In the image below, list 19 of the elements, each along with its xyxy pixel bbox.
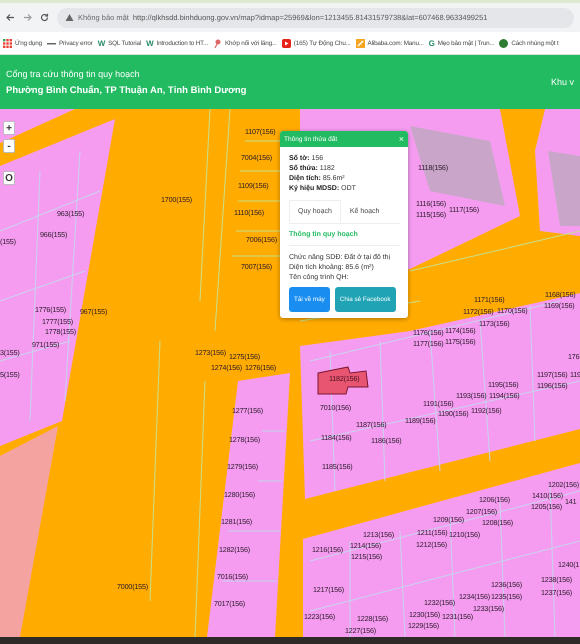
zoom-in-button[interactable]: + <box>3 121 15 135</box>
zoning-map[interactable] <box>0 109 580 637</box>
location-subtitle: Phường Bình Chuẩn, TP Thuận An, Tỉnh Bình Dương <box>6 84 246 96</box>
warning-icon <box>65 13 74 22</box>
reload-icon[interactable] <box>40 13 49 22</box>
play-icon <box>282 38 291 48</box>
selected-parcel[interactable] <box>318 366 369 394</box>
apps-grid-icon <box>3 38 12 48</box>
bookmark-icon-letter: G <box>428 38 435 48</box>
back-icon[interactable] <box>6 13 15 22</box>
portal-title: Cổng tra cứu thông tin quy hoạch <box>6 68 141 78</box>
shop-icon <box>356 38 365 48</box>
forward-icon[interactable] <box>23 13 32 22</box>
circle-logo-icon <box>499 38 508 48</box>
bookmark-icon-letter: W <box>146 38 154 48</box>
bookmark-icon-letter: W <box>98 38 106 48</box>
zoom-out-button[interactable]: - <box>3 139 15 153</box>
locate-button[interactable]: O <box>3 171 15 185</box>
pin-icon <box>212 38 222 48</box>
